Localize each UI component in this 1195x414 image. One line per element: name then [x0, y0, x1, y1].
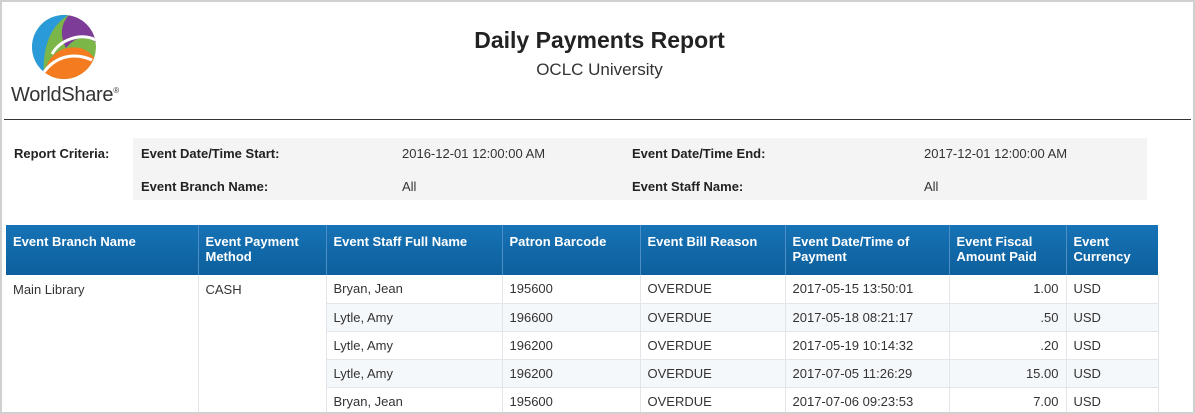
- criteria-start-value: 2016-12-01 12:00:00 AM: [402, 146, 546, 161]
- cell-currency: USD: [1066, 387, 1159, 412]
- cell-patron-barcode: 196200: [502, 331, 641, 360]
- cell-amount-paid: .20: [949, 331, 1067, 360]
- criteria-branch-value: All: [402, 179, 417, 194]
- cell-staff-name: Lytle, Amy: [326, 359, 503, 388]
- report-subtitle: OCLC University: [536, 60, 663, 79]
- cell-payment-datetime: 2017-05-19 10:14:32: [785, 331, 950, 360]
- cell-payment-datetime: 2017-07-05 11:26:29: [785, 359, 950, 388]
- column-header-branch-name[interactable]: Event Branch Name: [6, 225, 199, 275]
- criteria-start-label: Event Date/Time Start:: [141, 146, 280, 161]
- logo-registered-mark: ®: [113, 86, 119, 95]
- cell-bill-reason: OVERDUE: [640, 331, 786, 360]
- criteria-section-label: Report Criteria:: [14, 146, 110, 161]
- table-header-row: Event Branch Name Event Payment Method Ev…: [6, 225, 1158, 275]
- cell-patron-barcode: 196600: [502, 303, 641, 332]
- cell-amount-paid: 15.00: [949, 359, 1067, 388]
- cell-patron-barcode: 196200: [502, 359, 641, 388]
- logo-text: WorldShare: [11, 84, 114, 106]
- report-frame: WorldShare® Daily Payments Report OCLC U…: [0, 0, 1195, 414]
- criteria-end-value: 2017-12-01 12:00:00 AM: [924, 146, 1068, 161]
- criteria-branch-label: Event Branch Name:: [141, 179, 269, 194]
- column-header-amount-paid[interactable]: Event Fiscal Amount Paid: [949, 225, 1067, 275]
- column-header-currency[interactable]: Event Currency: [1066, 225, 1158, 275]
- cell-amount-paid: 1.00: [949, 275, 1067, 304]
- logo-wordmark: WorldShare®: [11, 84, 119, 107]
- criteria-staff-label: Event Staff Name:: [632, 179, 744, 194]
- column-header-payment-datetime[interactable]: Event Date/Time of Payment: [785, 225, 950, 275]
- table-row: Main Library CASH Bryan, Jean 195600 OVE…: [6, 275, 1159, 412]
- cell-currency: USD: [1066, 359, 1159, 388]
- criteria-end-label: Event Date/Time End:: [632, 146, 766, 161]
- report-criteria: Report Criteria: Event Date/Time Start: …: [12, 138, 1147, 200]
- cell-payment-method: CASH: [198, 275, 327, 412]
- column-header-bill-reason[interactable]: Event Bill Reason: [640, 225, 786, 275]
- cell-patron-barcode: 195600: [502, 387, 641, 412]
- column-header-patron-barcode[interactable]: Patron Barcode: [502, 225, 641, 275]
- cell-amount-paid: 7.00: [949, 387, 1067, 412]
- cell-patron-barcode: 195600: [502, 275, 641, 304]
- cell-staff-name: Bryan, Jean: [326, 275, 503, 304]
- report-title: Daily Payments Report: [474, 27, 725, 53]
- cell-staff-name: Bryan, Jean: [326, 387, 503, 412]
- cell-currency: USD: [1066, 275, 1159, 304]
- cell-payment-datetime: 2017-07-06 09:23:53: [785, 387, 950, 412]
- cell-staff-name: Lytle, Amy: [326, 303, 503, 332]
- cell-bill-reason: OVERDUE: [640, 387, 786, 412]
- cell-amount-paid: .50: [949, 303, 1067, 332]
- cell-bill-reason: OVERDUE: [640, 275, 786, 304]
- cell-bill-reason: OVERDUE: [640, 303, 786, 332]
- cell-currency: USD: [1066, 331, 1159, 360]
- payments-table: Event Branch Name Event Payment Method Ev…: [6, 225, 1159, 412]
- header-divider: [4, 119, 1191, 120]
- cell-payment-datetime: 2017-05-15 13:50:01: [785, 275, 950, 304]
- cell-branch-name: Main Library: [6, 275, 199, 412]
- column-header-payment-method[interactable]: Event Payment Method: [198, 225, 327, 275]
- criteria-staff-value: All: [924, 179, 939, 194]
- cell-bill-reason: OVERDUE: [640, 359, 786, 388]
- column-header-staff-name[interactable]: Event Staff Full Name: [326, 225, 503, 275]
- cell-staff-name: Lytle, Amy: [326, 331, 503, 360]
- cell-currency: USD: [1066, 303, 1159, 332]
- cell-payment-datetime: 2017-05-18 08:21:17: [785, 303, 950, 332]
